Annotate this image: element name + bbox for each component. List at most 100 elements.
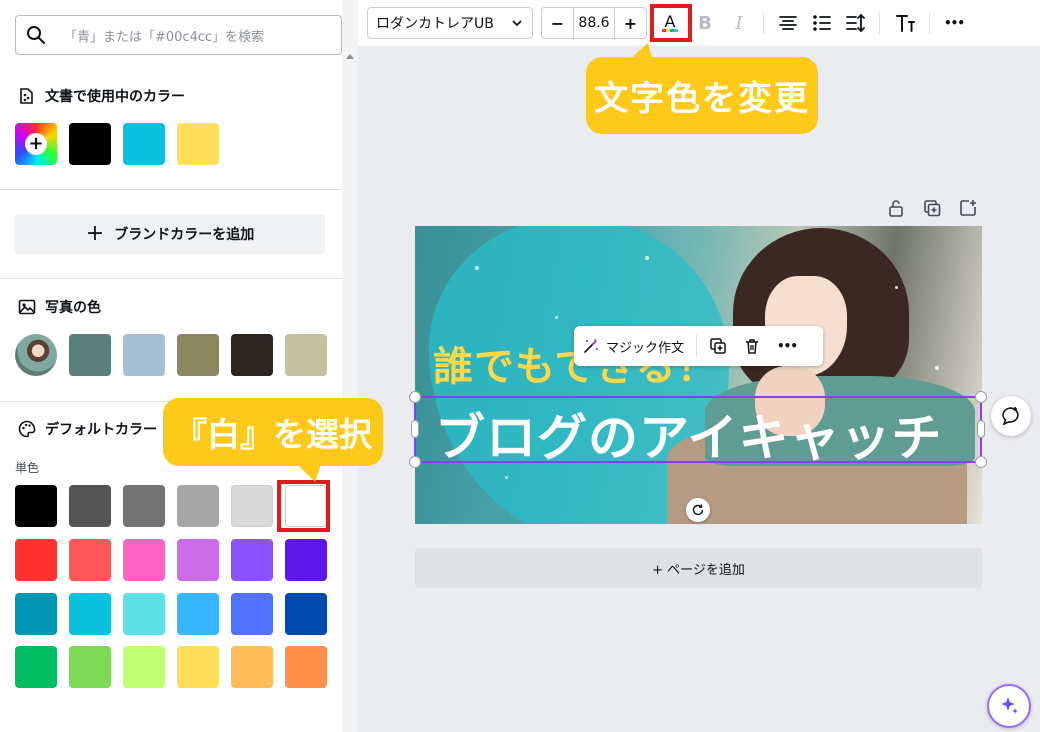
list-button[interactable] [808, 9, 836, 37]
color-search-input[interactable]: 「青」または「#00c4cc」を検索 [15, 15, 342, 55]
element-context-menu: マジック作文 ••• [574, 326, 823, 366]
snowflake [935, 366, 939, 370]
default-swatch[interactable] [15, 593, 57, 635]
default-swatch[interactable] [123, 485, 165, 527]
duplicate-element-button[interactable] [701, 326, 735, 366]
snowflake [505, 476, 508, 479]
default-swatch-white[interactable] [285, 485, 327, 527]
line-spacing-button[interactable] [841, 9, 869, 37]
plus-icon: + [85, 221, 105, 246]
photo-colors-title: 写真の色 [17, 297, 101, 317]
rotate-icon [692, 504, 704, 516]
text-color-callout: 文字色を変更 [586, 57, 818, 134]
default-swatch[interactable] [69, 485, 111, 527]
default-swatch[interactable] [69, 646, 111, 688]
doc-swatch-1[interactable] [69, 123, 111, 165]
default-swatch-black[interactable] [15, 485, 57, 527]
default-swatch[interactable] [177, 646, 219, 688]
default-color-row-3 [15, 593, 339, 635]
text-color-icon: A [662, 12, 678, 32]
default-swatch[interactable] [69, 593, 111, 635]
divider [0, 189, 342, 190]
line-spacing-icon [846, 13, 865, 33]
text-color-button[interactable]: A [656, 9, 684, 37]
align-center-button[interactable] [774, 9, 802, 37]
menu-divider [696, 335, 698, 357]
delete-element-button[interactable] [735, 326, 769, 366]
magic-wand-icon [584, 339, 598, 353]
doc-swatch-3[interactable] [177, 123, 219, 165]
default-swatch[interactable] [231, 646, 273, 688]
default-swatch[interactable] [231, 485, 273, 527]
rotate-button[interactable] [686, 498, 710, 522]
doc-colors-title: 文書で使用中のカラー [17, 86, 185, 106]
default-swatch[interactable] [177, 593, 219, 635]
add-page-button[interactable]: + ページを追加 [415, 548, 982, 588]
default-swatch[interactable] [231, 539, 273, 581]
snowflake [895, 286, 898, 289]
more-element-options-button[interactable]: ••• [769, 326, 805, 366]
bold-button[interactable]: B [691, 9, 719, 37]
photo-swatch-2[interactable] [123, 334, 165, 376]
photo-color-row [15, 334, 339, 376]
add-comment-button[interactable] [991, 396, 1031, 436]
default-swatch[interactable] [177, 485, 219, 527]
decrease-font-size-button[interactable]: − [542, 8, 573, 38]
doc-swatch-2[interactable] [123, 123, 165, 165]
magic-assistant-button[interactable] [987, 684, 1031, 728]
default-swatch[interactable] [123, 646, 165, 688]
default-swatch[interactable] [285, 593, 327, 635]
trash-icon [746, 339, 759, 354]
default-swatch[interactable] [123, 593, 165, 635]
font-size-input[interactable]: 88.6 [573, 8, 615, 38]
more-options-button[interactable]: ••• [940, 9, 968, 37]
default-color-row-1 [15, 485, 339, 527]
default-swatch[interactable] [69, 539, 111, 581]
snowflake [475, 266, 479, 270]
headline-line-2[interactable]: ブログのアイキャッチ [435, 398, 943, 470]
duplicate-page-button[interactable] [922, 198, 942, 218]
add-color-button[interactable]: + [15, 123, 57, 165]
magic-write-button[interactable]: マジック作文 [574, 326, 692, 366]
chevron-down-icon [512, 20, 522, 27]
duplicate-icon [924, 200, 941, 217]
align-center-icon [779, 16, 797, 30]
default-swatch[interactable] [15, 539, 57, 581]
search-icon [27, 26, 45, 44]
photo-swatch-1[interactable] [69, 334, 111, 376]
default-swatch[interactable] [285, 539, 327, 581]
photo-swatch-5[interactable] [285, 334, 327, 376]
default-swatch[interactable] [231, 593, 273, 635]
toolbar-divider [929, 12, 930, 34]
panel-scrollbar[interactable] [342, 0, 358, 732]
default-swatch[interactable] [123, 539, 165, 581]
text-size-icon [896, 15, 915, 32]
default-swatch[interactable] [285, 646, 327, 688]
divider [0, 278, 342, 279]
palette-doc-icon [20, 88, 33, 104]
font-family-dropdown[interactable]: ロダンカトレアUB [367, 7, 533, 39]
lock-icon [889, 200, 903, 217]
add-page-top-button[interactable] [958, 198, 978, 218]
comment-icon [1002, 407, 1019, 426]
svg-text:A: A [665, 12, 676, 31]
photo-swatch-4[interactable] [231, 334, 273, 376]
photo-swatch-3[interactable] [177, 334, 219, 376]
italic-button[interactable]: I [725, 9, 753, 37]
toolbar-divider [763, 12, 764, 34]
add-brand-color-button[interactable]: + ブランドカラーを追加 [15, 214, 325, 254]
palette-icon [18, 420, 36, 438]
default-colors-title: デフォルトカラー [17, 419, 157, 439]
default-swatch[interactable] [177, 539, 219, 581]
lock-button[interactable] [886, 198, 906, 218]
design-page[interactable]: 誰でもできる！ ブログのアイキャッチ [415, 226, 982, 524]
default-swatch[interactable] [15, 646, 57, 688]
photo-thumbnail[interactable] [15, 334, 57, 376]
scroll-up-arrow-icon[interactable] [346, 54, 354, 59]
duplicate-icon [710, 338, 726, 354]
increase-font-size-button[interactable]: + [615, 8, 646, 38]
image-icon [18, 299, 36, 315]
white-select-callout: 『白』を選択 [163, 398, 383, 466]
color-panel: 「青」または「#00c4cc」を検索 文書で使用中のカラー + + ブランドカラ… [0, 0, 342, 732]
text-effects-button[interactable] [891, 9, 919, 37]
